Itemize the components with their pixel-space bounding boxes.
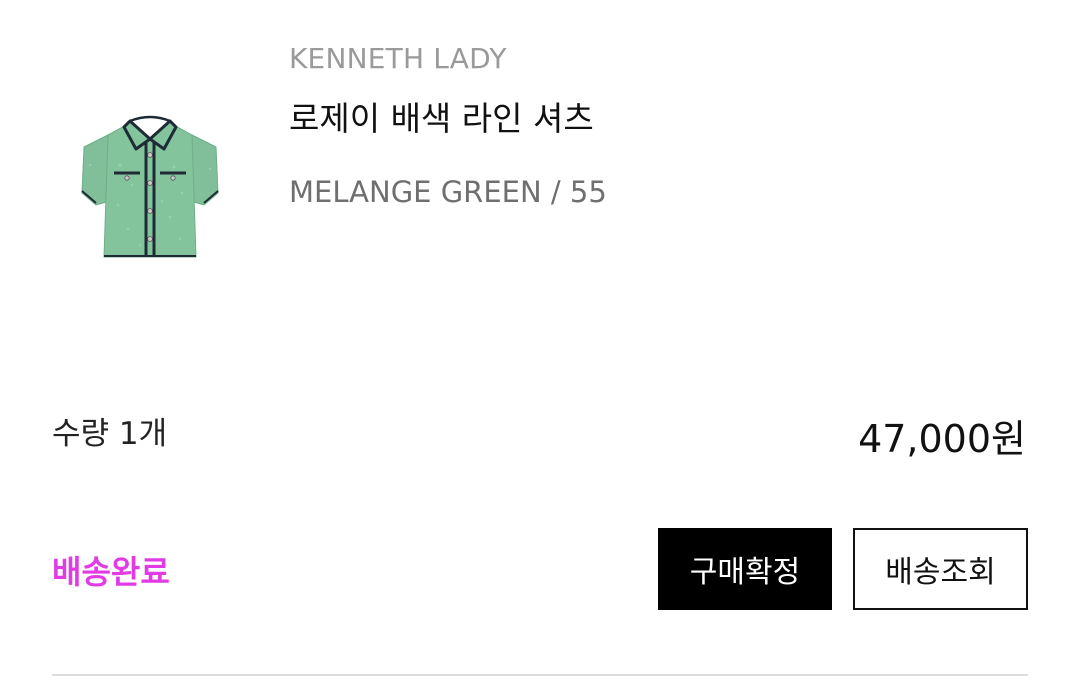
quantity-label: 수량 1개: [52, 416, 168, 452]
confirm-purchase-button[interactable]: 구매확정: [658, 528, 832, 610]
track-delivery-label: 배송조회: [885, 555, 996, 590]
product-image[interactable]: [70, 105, 230, 270]
product-price: 47,000원: [858, 417, 1026, 461]
confirm-purchase-label: 구매확정: [689, 555, 801, 590]
product-name[interactable]: 로제이 배색 라인 셔츠: [289, 92, 594, 140]
divider: [52, 674, 1028, 676]
product-option: MELANGE GREEN / 55: [289, 175, 607, 209]
track-delivery-button[interactable]: 배송조회: [853, 528, 1028, 610]
product-brand: KENNETH LADY: [289, 42, 507, 75]
shirt-icon: [81, 115, 219, 258]
delivery-status: 배송완료: [52, 553, 170, 591]
